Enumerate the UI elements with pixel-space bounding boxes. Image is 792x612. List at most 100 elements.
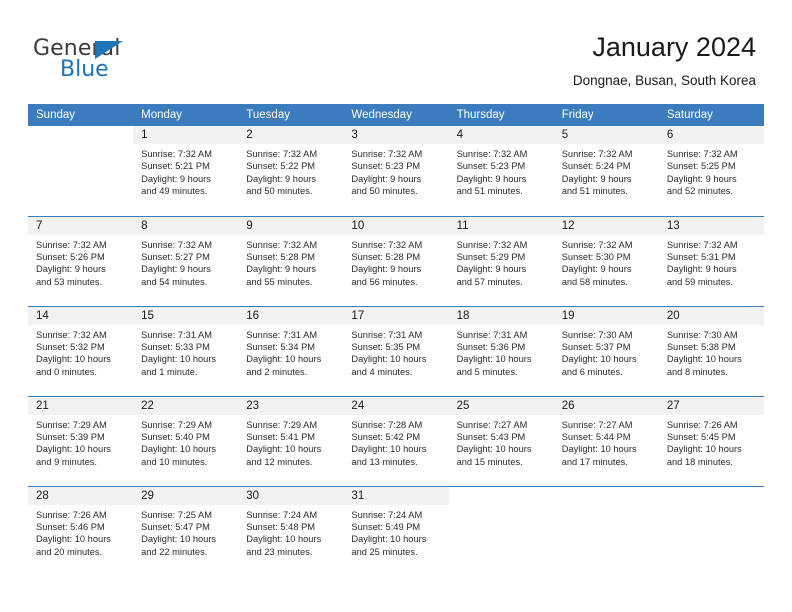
calendar-day-cell[interactable]: 10 Sunrise: 7:32 AM Sunset: 5:28 PM Dayligh… [343, 215, 449, 306]
sunrise-time: Sunrise: 7:30 AM [666, 329, 738, 340]
calendar-day-cell[interactable]: 17 Sunrise: 7:31 AM Sunset: 5:35 PM Dayligh… [343, 305, 449, 396]
calendar-day-cell[interactable]: 15 Sunrise: 7:31 AM Sunset: 5:33 PM Dayligh… [133, 305, 239, 396]
sunrise-time: Sunrise: 7:24 AM [351, 509, 423, 520]
calendar-day-cell[interactable]: 25 Sunrise: 7:27 AM Sunset: 5:43 PM Dayligh… [448, 395, 554, 486]
calendar-day-cell[interactable]: 18 Sunrise: 7:31 AM Sunset: 5:36 PM Dayligh… [448, 305, 554, 396]
day-details: Sunrise: 7:31 AM Sunset: 5:36 PM Daylight:… [449, 325, 554, 379]
day-number: 24 [343, 396, 449, 415]
day-details: Sunrise: 7:32 AM Sunset: 5:28 PM Daylight:… [238, 235, 343, 289]
day-details: Sunrise: 7:24 AM Sunset: 5:48 PM Daylight:… [238, 505, 343, 559]
daylight-duration-line1: Daylight: 9 hours [141, 264, 211, 275]
daylight-duration-line2: and 15 minutes. [456, 456, 523, 467]
calendar-day-cell[interactable]: 3 Sunrise: 7:32 AM Sunset: 5:23 PM Daylight… [343, 126, 449, 216]
day-cell-inner: 18 Sunrise: 7:31 AM Sunset: 5:36 PM Dayligh… [448, 306, 554, 396]
daylight-duration-line1: Daylight: 10 hours [36, 444, 111, 455]
daylight-duration-line2: and 10 minutes. [141, 456, 208, 467]
day-cell-inner: 31 Sunrise: 7:24 AM Sunset: 5:49 PM Dayligh… [343, 486, 449, 576]
daylight-duration-line2: and 17 minutes. [561, 456, 628, 467]
sunset-time: Sunset: 5:46 PM [36, 521, 105, 532]
calendar-day-cell[interactable]: 21 Sunrise: 7:29 AM Sunset: 5:39 PM Dayligh… [28, 395, 134, 486]
calendar-day-cell[interactable]: 13 Sunrise: 7:32 AM Sunset: 5:31 PM Dayligh… [658, 215, 764, 306]
day-details: Sunrise: 7:32 AM Sunset: 5:24 PM Daylight:… [554, 144, 659, 198]
daylight-duration-line1: Daylight: 10 hours [246, 534, 322, 545]
day-number: 3 [343, 126, 449, 144]
calendar-day-cell[interactable]: 30 Sunrise: 7:24 AM Sunset: 5:48 PM Dayligh… [238, 485, 344, 576]
sunrise-time: Sunrise: 7:28 AM [351, 419, 423, 430]
calendar-day-cell[interactable]: 1 Sunrise: 7:32 AM Sunset: 5:21 PM Daylight… [133, 126, 239, 216]
sunrise-time: Sunrise: 7:25 AM [141, 509, 212, 520]
sunrise-time: Sunrise: 7:26 AM [36, 509, 107, 520]
day-cell-inner [28, 126, 133, 215]
weekday-header-monday: Monday [133, 104, 239, 126]
day-cell-inner: 14 Sunrise: 7:32 AM Sunset: 5:32 PM Dayligh… [28, 306, 134, 396]
daylight-duration-line2: and 0 minutes. [36, 366, 97, 377]
day-details: Sunrise: 7:32 AM Sunset: 5:30 PM Daylight:… [554, 235, 659, 289]
day-details: Sunrise: 7:32 AM Sunset: 5:28 PM Daylight:… [343, 235, 448, 289]
daylight-duration-line2: and 20 minutes. [36, 546, 103, 557]
sunset-time: Sunset: 5:48 PM [246, 521, 316, 532]
daylight-duration-line1: Daylight: 9 hours [246, 264, 317, 275]
daylight-duration-line1: Daylight: 9 hours [246, 173, 317, 184]
daylight-duration-line2: and 53 minutes. [36, 276, 103, 287]
daylight-duration-line1: Daylight: 10 hours [666, 444, 742, 455]
day-cell-inner: 5 Sunrise: 7:32 AM Sunset: 5:24 PM Daylight… [553, 126, 659, 215]
sunrise-time: Sunrise: 7:29 AM [141, 419, 212, 430]
page-header: General Blue January 2024 Dongnae, Busan… [0, 0, 792, 100]
day-number: 1 [133, 126, 239, 144]
daylight-duration-line1: Daylight: 9 hours [666, 264, 737, 275]
sunrise-time: Sunrise: 7:24 AM [246, 509, 318, 520]
calendar-day-cell[interactable]: 29 Sunrise: 7:25 AM Sunset: 5:47 PM Dayligh… [133, 485, 239, 576]
calendar-day-cell[interactable]: 26 Sunrise: 7:27 AM Sunset: 5:44 PM Dayligh… [553, 395, 659, 486]
day-details: Sunrise: 7:31 AM Sunset: 5:33 PM Daylight:… [133, 325, 238, 379]
sunset-time: Sunset: 5:29 PM [456, 251, 526, 262]
day-details: Sunrise: 7:32 AM Sunset: 5:25 PM Daylight:… [659, 144, 764, 198]
day-number: 14 [28, 306, 134, 325]
calendar-day-cell[interactable]: 16 Sunrise: 7:31 AM Sunset: 5:34 PM Dayligh… [238, 305, 344, 396]
calendar-day-cell[interactable]: 12 Sunrise: 7:32 AM Sunset: 5:30 PM Dayligh… [553, 215, 659, 306]
calendar-day-cell[interactable]: 22 Sunrise: 7:29 AM Sunset: 5:40 PM Dayligh… [133, 395, 239, 486]
calendar-day-cell[interactable]: 24 Sunrise: 7:28 AM Sunset: 5:42 PM Dayligh… [343, 395, 449, 486]
calendar-day-cell[interactable]: 14 Sunrise: 7:32 AM Sunset: 5:32 PM Dayligh… [28, 305, 134, 396]
day-details: Sunrise: 7:32 AM Sunset: 5:26 PM Daylight:… [28, 235, 133, 289]
daylight-duration-line2: and 49 minutes. [141, 186, 208, 197]
daylight-duration-line2: and 57 minutes. [456, 276, 523, 287]
sunset-time: Sunset: 5:31 PM [666, 251, 736, 262]
calendar-day-cell[interactable]: 6 Sunrise: 7:32 AM Sunset: 5:25 PM Daylight… [658, 126, 764, 216]
sunrise-time: Sunrise: 7:32 AM [666, 239, 738, 250]
calendar-day-cell[interactable]: 8 Sunrise: 7:32 AM Sunset: 5:27 PM Daylight… [133, 215, 239, 306]
day-number: 23 [238, 396, 344, 415]
calendar-day-cell[interactable]: 4 Sunrise: 7:32 AM Sunset: 5:23 PM Daylight… [448, 126, 554, 216]
daylight-duration-line1: Daylight: 10 hours [141, 354, 217, 365]
title-block: January 2024 Dongnae, Busan, South Korea [573, 30, 756, 89]
day-cell-inner: 12 Sunrise: 7:32 AM Sunset: 5:30 PM Dayligh… [553, 216, 659, 306]
day-details: Sunrise: 7:32 AM Sunset: 5:21 PM Daylight:… [133, 144, 238, 198]
sunrise-time: Sunrise: 7:32 AM [141, 149, 212, 159]
day-number: 16 [238, 306, 344, 325]
sunset-time: Sunset: 5:42 PM [351, 431, 421, 442]
calendar-day-cell[interactable]: 7 Sunrise: 7:32 AM Sunset: 5:26 PM Daylight… [28, 215, 134, 306]
brand-logo[interactable]: General Blue [33, 36, 263, 88]
day-cell-inner: 30 Sunrise: 7:24 AM Sunset: 5:48 PM Dayligh… [238, 486, 344, 576]
calendar-day-cell[interactable]: 11 Sunrise: 7:32 AM Sunset: 5:29 PM Dayligh… [448, 215, 554, 306]
calendar-day-cell[interactable]: 23 Sunrise: 7:29 AM Sunset: 5:41 PM Dayligh… [238, 395, 344, 486]
day-cell-inner: 22 Sunrise: 7:29 AM Sunset: 5:40 PM Dayligh… [133, 396, 239, 486]
calendar-empty-cell [553, 485, 659, 576]
daylight-duration-line2: and 59 minutes. [666, 276, 733, 287]
calendar-day-cell[interactable]: 31 Sunrise: 7:24 AM Sunset: 5:49 PM Dayligh… [343, 485, 449, 576]
daylight-duration-line1: Daylight: 10 hours [666, 354, 742, 365]
sunset-time: Sunset: 5:32 PM [36, 341, 105, 352]
sunrise-time: Sunrise: 7:31 AM [456, 329, 528, 340]
daylight-duration-line1: Daylight: 10 hours [141, 444, 217, 455]
calendar-day-cell[interactable]: 2 Sunrise: 7:32 AM Sunset: 5:22 PM Daylight… [238, 126, 344, 216]
day-number: 7 [28, 216, 134, 235]
calendar-day-cell[interactable]: 20 Sunrise: 7:30 AM Sunset: 5:38 PM Dayligh… [658, 305, 764, 396]
daylight-duration-line2: and 18 minutes. [666, 456, 733, 467]
calendar-day-cell[interactable]: 9 Sunrise: 7:32 AM Sunset: 5:28 PM Daylight… [238, 215, 344, 306]
day-cell-inner: 16 Sunrise: 7:31 AM Sunset: 5:34 PM Dayligh… [238, 306, 344, 396]
calendar-day-cell[interactable]: 28 Sunrise: 7:26 AM Sunset: 5:46 PM Dayligh… [28, 485, 134, 576]
calendar-day-cell[interactable]: 5 Sunrise: 7:32 AM Sunset: 5:24 PM Daylight… [553, 126, 659, 216]
weekday-header-thursday: Thursday [448, 104, 554, 126]
calendar-day-cell[interactable]: 19 Sunrise: 7:30 AM Sunset: 5:37 PM Dayligh… [553, 305, 659, 396]
calendar-day-cell[interactable]: 27 Sunrise: 7:26 AM Sunset: 5:45 PM Dayligh… [658, 395, 764, 486]
day-cell-inner: 21 Sunrise: 7:29 AM Sunset: 5:39 PM Dayligh… [28, 396, 134, 486]
